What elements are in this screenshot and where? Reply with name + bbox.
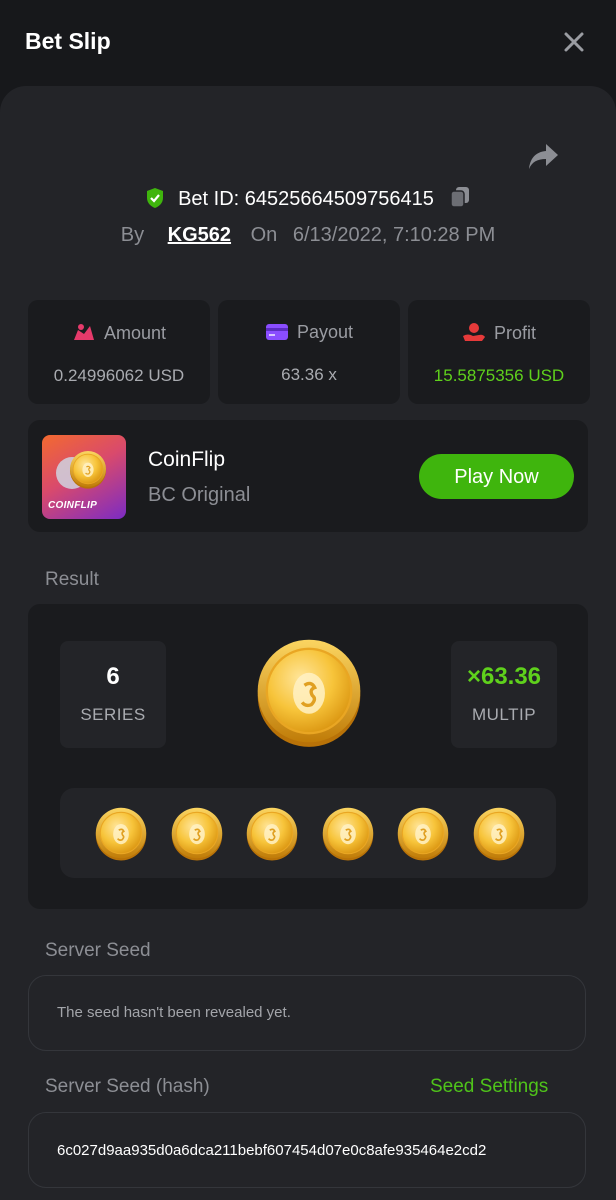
coin-icon (396, 806, 450, 862)
amount-icon (72, 323, 104, 343)
game-provider: BC Original (148, 484, 251, 506)
server-seed-hash-text: 6c027d9aa935d0a6dca211bebf607454d07e0c8a… (57, 1142, 487, 1159)
series-value: 6 (106, 663, 120, 690)
profit-value: 15.5875356 USD (433, 366, 565, 385)
username-link[interactable]: KG562 (168, 224, 231, 246)
on-label: On (250, 224, 278, 246)
amount-label: Amount (103, 323, 167, 343)
by-label: By (120, 224, 145, 246)
server-seed-box: The seed hasn't been revealed yet. (28, 975, 586, 1051)
payout-value: 63.36 x (281, 365, 337, 384)
payout-label: Payout (296, 322, 354, 342)
payout-card: Payout 63.36 x (218, 300, 400, 404)
series-box: 6 SERIES (60, 641, 166, 748)
play-now-button[interactable]: Play Now (419, 454, 574, 499)
result-panel: 6 SERIES ×63.36 MULTIP (28, 604, 588, 909)
coin-icon (321, 806, 374, 862)
bet-id-prefix: Bet ID: (178, 188, 240, 210)
card-icon (265, 322, 297, 342)
page-title: Bet Slip (25, 28, 111, 54)
profit-label: Profit (493, 323, 536, 343)
coin-series-row (60, 788, 556, 878)
thumbnail-caption: COINFLIP (48, 500, 98, 511)
multiplier-label: MULTIP (471, 705, 537, 724)
server-seed-hash-box[interactable]: 6c027d9aa935d0a6dca211bebf607454d07e0c8a… (28, 1112, 586, 1188)
amount-card: Amount 0.24996062 USD (28, 300, 210, 404)
profit-icon (462, 323, 494, 343)
series-label: SERIES (80, 705, 146, 724)
copy-icon[interactable] (449, 187, 471, 210)
bet-author-row: By KG562 On 6/13/2022, 7:10:28 PM (0, 224, 616, 247)
coin-icon (472, 806, 525, 862)
profit-card: Profit 15.5875356 USD (408, 300, 590, 404)
game-thumbnail[interactable]: COINFLIP (42, 435, 126, 519)
multiplier-box: ×63.36 MULTIP (451, 641, 557, 748)
shield-check-icon (145, 188, 165, 210)
bet-id-row: Bet ID: 64525664509756415 (0, 185, 616, 211)
coin-icon (245, 806, 299, 862)
amount-value: 0.24996062 USD (53, 366, 185, 385)
seed-settings-link[interactable]: Seed Settings (430, 1076, 548, 1098)
server-seed-text: The seed hasn't been revealed yet. (57, 1004, 291, 1021)
game-card: COINFLIP CoinFlip BC Original Play Now (28, 420, 588, 532)
result-label: Result (45, 569, 99, 590)
server-seed-hash-label: Server Seed (hash) (45, 1076, 210, 1097)
close-icon[interactable] (560, 28, 588, 56)
share-icon[interactable] (526, 142, 560, 172)
coin-icon (255, 637, 363, 748)
bet-date: 6/13/2022, 7:10:28 PM (292, 224, 496, 246)
coin-icon (170, 806, 223, 862)
server-seed-label: Server Seed (45, 940, 151, 961)
game-name: CoinFlip (148, 448, 226, 471)
multiplier-value: ×63.36 (466, 663, 542, 690)
top-bar: Bet Slip (0, 0, 616, 86)
coin-icon (94, 806, 148, 862)
bet-id-value: 64525664509756415 (244, 188, 434, 210)
